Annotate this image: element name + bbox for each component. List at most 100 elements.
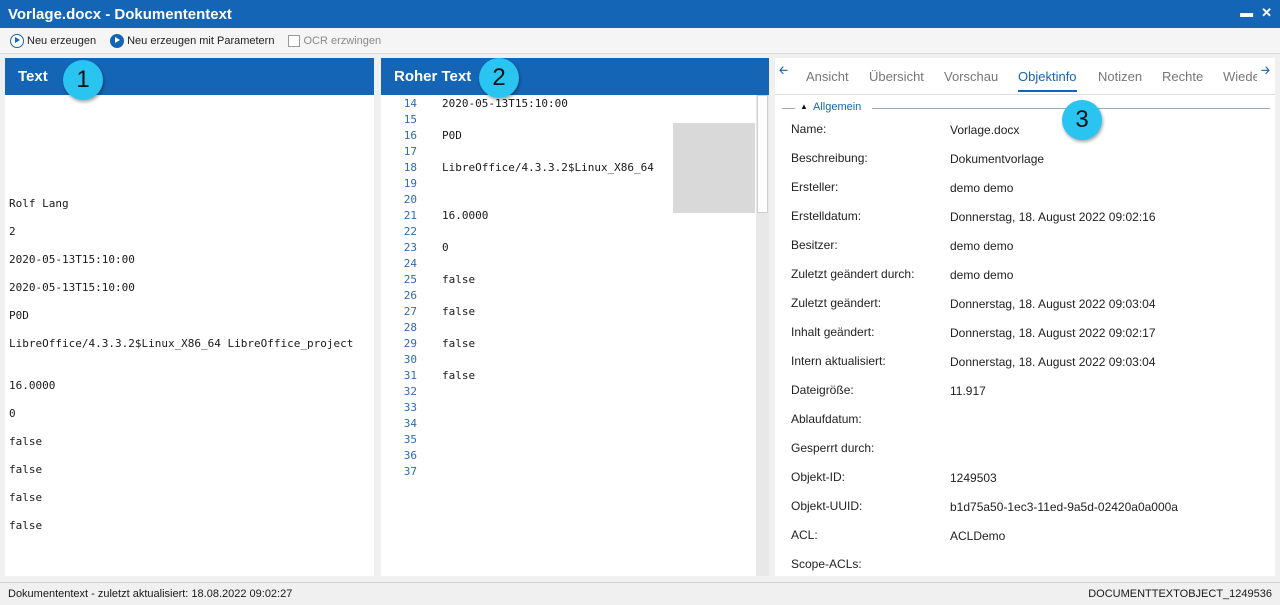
line-number: 25 <box>403 273 417 286</box>
toolbar: Neu erzeugen Neu erzeugen mit Parametern… <box>0 28 1280 54</box>
text-line: LibreOffice/4.3.3.2$Linux_X86_64 LibreOf… <box>9 337 354 350</box>
vertical-scrollbar[interactable] <box>756 95 769 576</box>
property-value: b1d75a50-1ec3-11ed-9a5d-02420a0a000a <box>950 500 1178 514</box>
line-number: 18 <box>403 161 417 174</box>
window-title: Vorlage.docx - Dokumententext <box>8 5 232 23</box>
text-content[interactable]: Rolf Lang 2 2020-05-13T15:10:00 2020-05-… <box>5 95 374 576</box>
raw-text-line: 0 <box>442 241 449 254</box>
text-line: 0 <box>9 407 16 420</box>
tab-scroll-right-icon[interactable]: 🡢 <box>1261 62 1270 81</box>
property-label: Gesperrt durch: <box>791 441 875 455</box>
text-panel: Text 1 Rolf Lang 2 2020-05-13T15:10:00 2… <box>5 58 374 576</box>
property-label: Dateigröße: <box>791 383 854 397</box>
callout-badge-1: 1 <box>63 60 103 100</box>
property-label: Besitzer: <box>791 238 838 252</box>
raw-text-editor[interactable]: 14 15 16 17 18 19 20 21 22 23 24 25 26 27 28 29 30 31 32 33… <box>381 95 769 576</box>
text-panel-header: Text <box>5 58 374 95</box>
group-allgemein-header[interactable]: ▲ Allgemein <box>782 101 1270 114</box>
line-number: 36 <box>403 449 417 462</box>
status-left-text: Dokumententext - zuletzt aktualisiert: 1… <box>8 588 293 600</box>
line-number: 28 <box>403 321 417 334</box>
property-label: Ablaufdatum: <box>791 412 862 426</box>
property-value: Donnerstag, 18. August 2022 09:02:16 <box>950 210 1156 224</box>
raw-text-line: false <box>442 305 476 318</box>
status-right-text: DOCUMENTTEXTOBJECT_1249536 <box>1088 588 1272 600</box>
regenerate-button[interactable]: Neu erzeugen <box>10 33 96 48</box>
statusbar: Dokumententext - zuletzt aktualisiert: 1… <box>0 582 1280 605</box>
raw-text-line: false <box>442 369 476 382</box>
text-line: false <box>9 519 43 532</box>
tab-uebersicht[interactable]: Übersicht <box>869 69 924 84</box>
tab-ansicht[interactable]: Ansicht <box>806 69 849 84</box>
collapse-triangle-icon[interactable]: ▲ <box>800 102 808 111</box>
raw-text-line: 16.0000 <box>442 209 489 222</box>
tab-bar: 🡠 Ansicht Übersicht Vorschau Objektinfo … <box>775 58 1275 95</box>
property-label: ACL: <box>791 528 818 542</box>
line-number: 15 <box>403 113 417 126</box>
regenerate-with-params-button[interactable]: Neu erzeugen mit Parametern <box>110 33 275 48</box>
info-panel: 🡠 Ansicht Übersicht Vorschau Objektinfo … <box>775 58 1275 576</box>
text-line: false <box>9 491 43 504</box>
line-number: 34 <box>403 417 417 430</box>
text-line: Rolf Lang <box>9 197 69 210</box>
raw-text-line: false <box>442 273 476 286</box>
raw-text-line: P0D <box>442 129 462 142</box>
line-number: 33 <box>403 401 417 414</box>
force-ocr-checkbox[interactable]: OCR erzwingen <box>288 34 382 47</box>
property-label: Beschreibung: <box>791 151 868 165</box>
property-label: Inhalt geändert: <box>791 325 875 339</box>
property-value: Donnerstag, 18. August 2022 09:02:17 <box>950 326 1156 340</box>
window-titlebar: Vorlage.docx - Dokumententext ▬ ✕ <box>0 0 1280 28</box>
text-line: 2020-05-13T15:10:00 <box>9 253 135 266</box>
close-icon[interactable]: ✕ <box>1261 5 1272 21</box>
property-value: 1249503 <box>950 471 997 485</box>
text-line: P0D <box>9 309 29 322</box>
raw-text-panel-header: Roher Text <box>381 58 769 95</box>
property-value: Donnerstag, 18. August 2022 09:03:04 <box>950 355 1156 369</box>
minimize-icon[interactable]: ▬ <box>1240 5 1253 21</box>
group-title: Allgemein <box>813 101 862 113</box>
property-label: Scope-ACLs: <box>791 557 862 571</box>
tab-objektinfo[interactable]: Objektinfo <box>1018 69 1077 92</box>
property-value: demo demo <box>950 239 1014 253</box>
property-label: Intern aktualisiert: <box>791 354 886 368</box>
property-label: Objekt-ID: <box>791 470 846 484</box>
tab-rechte[interactable]: Rechte <box>1162 69 1203 84</box>
line-number: 26 <box>403 289 417 302</box>
property-value: 11.917 <box>950 384 986 398</box>
checkbox-icon[interactable] <box>288 34 301 47</box>
property-value: Dokumentvorlage <box>950 152 1045 166</box>
text-line: false <box>9 435 43 448</box>
line-number: 21 <box>403 209 417 222</box>
raw-text-line: LibreOffice/4.3.3.2$Linux_X86_64 <box>442 161 654 174</box>
tab-vorschau[interactable]: Vorschau <box>944 69 998 84</box>
regenerate-params-label: Neu erzeugen mit Parametern <box>127 34 275 47</box>
property-value: demo demo <box>950 181 1014 195</box>
line-number: 24 <box>403 257 417 270</box>
property-label: Erstelldatum: <box>791 209 862 223</box>
line-number: 35 <box>403 433 417 446</box>
text-line: 16.0000 <box>9 379 56 392</box>
line-number: 17 <box>403 145 417 158</box>
property-value: demo demo <box>950 268 1014 282</box>
callout-badge-2: 2 <box>479 58 519 98</box>
property-label: Name: <box>791 122 827 136</box>
tab-wiedervorlage[interactable]: Wiede <box>1223 69 1257 84</box>
tab-notizen[interactable]: Notizen <box>1098 69 1142 84</box>
line-number: 19 <box>403 177 417 190</box>
scrollbar-thumb[interactable] <box>757 95 768 213</box>
line-number: 14 <box>403 97 417 110</box>
text-line: 2 <box>9 225 16 238</box>
line-number: 27 <box>403 305 417 318</box>
line-number: 31 <box>403 369 417 382</box>
force-ocr-label: OCR erzwingen <box>303 34 382 47</box>
property-value: ACLDemo <box>950 529 1006 543</box>
property-label: Objekt-UUID: <box>791 499 863 513</box>
tab-scroll-left-icon[interactable]: 🡠 <box>779 62 788 81</box>
line-number: 29 <box>403 337 417 350</box>
property-value: Donnerstag, 18. August 2022 09:03:04 <box>950 297 1156 311</box>
line-number: 16 <box>403 129 417 142</box>
editor-minimap[interactable] <box>673 95 755 213</box>
property-label: Zuletzt geändert durch: <box>791 267 915 281</box>
line-number: 32 <box>403 385 417 398</box>
